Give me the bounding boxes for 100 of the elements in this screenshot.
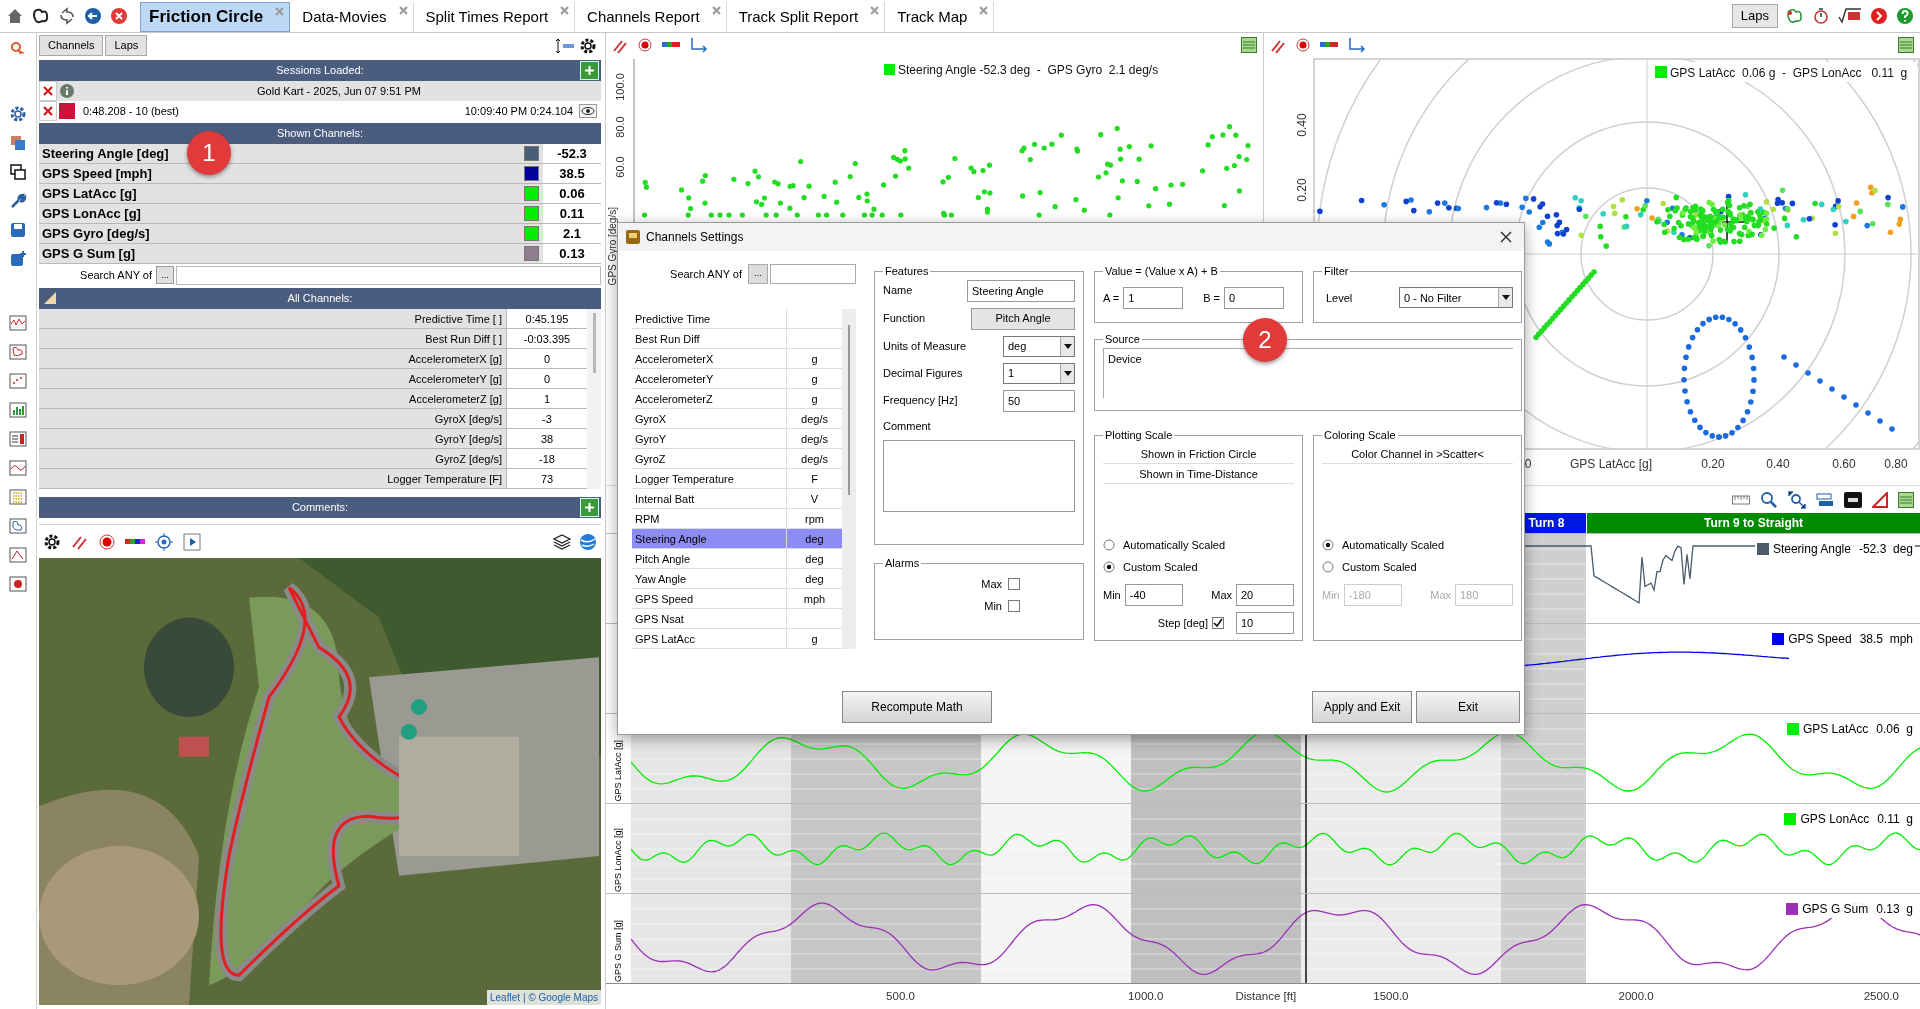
radio-button[interactable] — [1322, 539, 1334, 551]
height-icon[interactable] — [555, 36, 575, 55]
color-bar-icon[interactable] — [125, 537, 145, 546]
list-row[interactable]: Predictive Time — [632, 309, 842, 329]
track-outline-icon[interactable] — [32, 7, 50, 25]
color-bar-icon[interactable] — [1320, 41, 1338, 49]
dropdown[interactable]: deg — [1003, 335, 1075, 357]
panel-button[interactable]: Laps — [105, 35, 148, 56]
plus-icon[interactable] — [584, 65, 595, 76]
radio-button[interactable] — [1103, 539, 1115, 551]
track-segment[interactable]: Turn 9 to Straight — [1586, 513, 1920, 533]
windows-icon[interactable] — [9, 163, 27, 181]
add-button[interactable] — [580, 498, 599, 517]
checkbox[interactable] — [1212, 617, 1224, 629]
globe-icon[interactable] — [579, 532, 597, 551]
app-icon[interactable] — [626, 230, 640, 244]
add-save-icon[interactable] — [9, 250, 27, 268]
settings-icon[interactable] — [579, 36, 597, 55]
list-row[interactable]: Pitch Angle deg — [632, 549, 842, 569]
graph-icon[interactable] — [9, 459, 27, 477]
collapse-icon[interactable] — [43, 291, 57, 305]
zoom-out-icon[interactable] — [1788, 490, 1806, 509]
list-row[interactable]: GPS Speed mph — [632, 589, 842, 609]
list-row[interactable]: GyroZ deg/s — [632, 449, 842, 469]
list-row[interactable]: AccelerometerX g — [632, 349, 842, 369]
eye-icon[interactable] — [579, 104, 597, 118]
browse-button[interactable]: ... — [156, 266, 174, 284]
record-icon[interactable] — [1296, 38, 1310, 52]
track-icon[interactable] — [9, 343, 27, 361]
menu-icon[interactable] — [1241, 37, 1257, 53]
menu-icon[interactable] — [1898, 37, 1914, 53]
list-row[interactable]: AccelerometerY g — [632, 369, 842, 389]
save-icon[interactable] — [9, 221, 27, 239]
ruler-icon[interactable] — [1732, 493, 1750, 506]
dropdown[interactable]: 1 — [1003, 362, 1075, 384]
checkbox[interactable] — [1008, 577, 1020, 590]
back-icon[interactable] — [84, 7, 102, 25]
windows-icon[interactable] — [1816, 491, 1834, 508]
help-icon[interactable] — [1896, 7, 1914, 25]
list-row[interactable]: GPS Nsat — [632, 609, 842, 629]
scrollbar[interactable] — [587, 309, 601, 489]
browse-button[interactable]: ... — [748, 264, 768, 284]
color-bar-icon[interactable] — [662, 41, 680, 49]
info-icon[interactable] — [59, 83, 75, 99]
axes-icon[interactable] — [690, 37, 708, 53]
list-row[interactable]: Best Run Diff — [632, 329, 842, 349]
list-row[interactable]: GPS LatAcc g — [632, 629, 842, 649]
counter-icon[interactable] — [1844, 491, 1862, 508]
dropdown[interactable]: 0 - No Filter — [1399, 287, 1513, 309]
crosshair-icon[interactable] — [155, 532, 173, 551]
list-icon[interactable] — [9, 430, 27, 448]
list-row[interactable]: Steering Angle deg — [632, 529, 842, 549]
search-field[interactable] — [176, 265, 601, 285]
attribution-link[interactable]: Leaflet — [489, 990, 520, 1005]
scatter-chart-icon[interactable] — [9, 372, 27, 390]
list-row[interactable]: GyroX deg/s — [632, 409, 842, 429]
add-button[interactable] — [580, 61, 599, 80]
input-field[interactable]: Steering Angle — [967, 279, 1075, 302]
menu-icon[interactable] — [1898, 491, 1914, 508]
input-field[interactable]: -40 — [1124, 584, 1183, 606]
record-icon[interactable] — [99, 533, 115, 550]
record-icon[interactable] — [638, 38, 652, 52]
line-chart-icon[interactable] — [9, 314, 27, 332]
settings-icon[interactable] — [9, 105, 27, 123]
list-row[interactable]: AccelerometerZ g — [632, 389, 842, 409]
axes-icon[interactable] — [1348, 37, 1366, 53]
zoom-in-icon[interactable] — [1760, 490, 1778, 509]
play-icon[interactable] — [183, 532, 201, 551]
recompute-button[interactable]: Recompute Math — [842, 691, 992, 723]
function-button[interactable]: Pitch Angle — [971, 307, 1075, 330]
panel-button[interactable]: Channels — [39, 35, 104, 56]
input-field[interactable]: 50 — [1003, 389, 1075, 412]
input-field[interactable]: 20 — [1236, 584, 1294, 606]
list-row[interactable]: Logger Temperature F — [632, 469, 842, 489]
comment-field[interactable] — [883, 440, 1075, 512]
wrench-icon[interactable] — [9, 192, 27, 210]
home-icon[interactable] — [6, 7, 24, 25]
record-icon[interactable] — [9, 575, 27, 593]
track-outline-icon[interactable] — [1786, 7, 1804, 25]
track-icon[interactable] — [9, 517, 27, 535]
remove-button[interactable] — [39, 101, 57, 121]
stopwatch-icon[interactable] — [1812, 7, 1830, 25]
list-row[interactable]: Yaw Angle deg — [632, 569, 842, 589]
refresh-icon[interactable] — [58, 7, 76, 25]
laps-button[interactable]: Laps — [1731, 4, 1778, 28]
plus-icon[interactable] — [584, 502, 595, 513]
triangle-icon[interactable] — [1872, 491, 1888, 508]
radio-button[interactable] — [1322, 561, 1334, 573]
radio-button[interactable] — [1103, 561, 1115, 573]
math-icon[interactable] — [1838, 7, 1862, 25]
checkbox[interactable] — [1008, 600, 1020, 613]
list-row[interactable]: RPM rpm — [632, 509, 842, 529]
exit-button[interactable]: Exit — [1416, 691, 1520, 723]
input-field[interactable]: 1 — [1123, 286, 1184, 309]
search-field[interactable] — [770, 264, 856, 284]
bar-chart-icon[interactable] — [9, 401, 27, 419]
layers-icon[interactable] — [553, 532, 571, 551]
chart-icon[interactable] — [9, 546, 27, 564]
list-row[interactable]: Internal Batt V — [632, 489, 842, 509]
input-field[interactable]: 0 — [1224, 286, 1285, 309]
